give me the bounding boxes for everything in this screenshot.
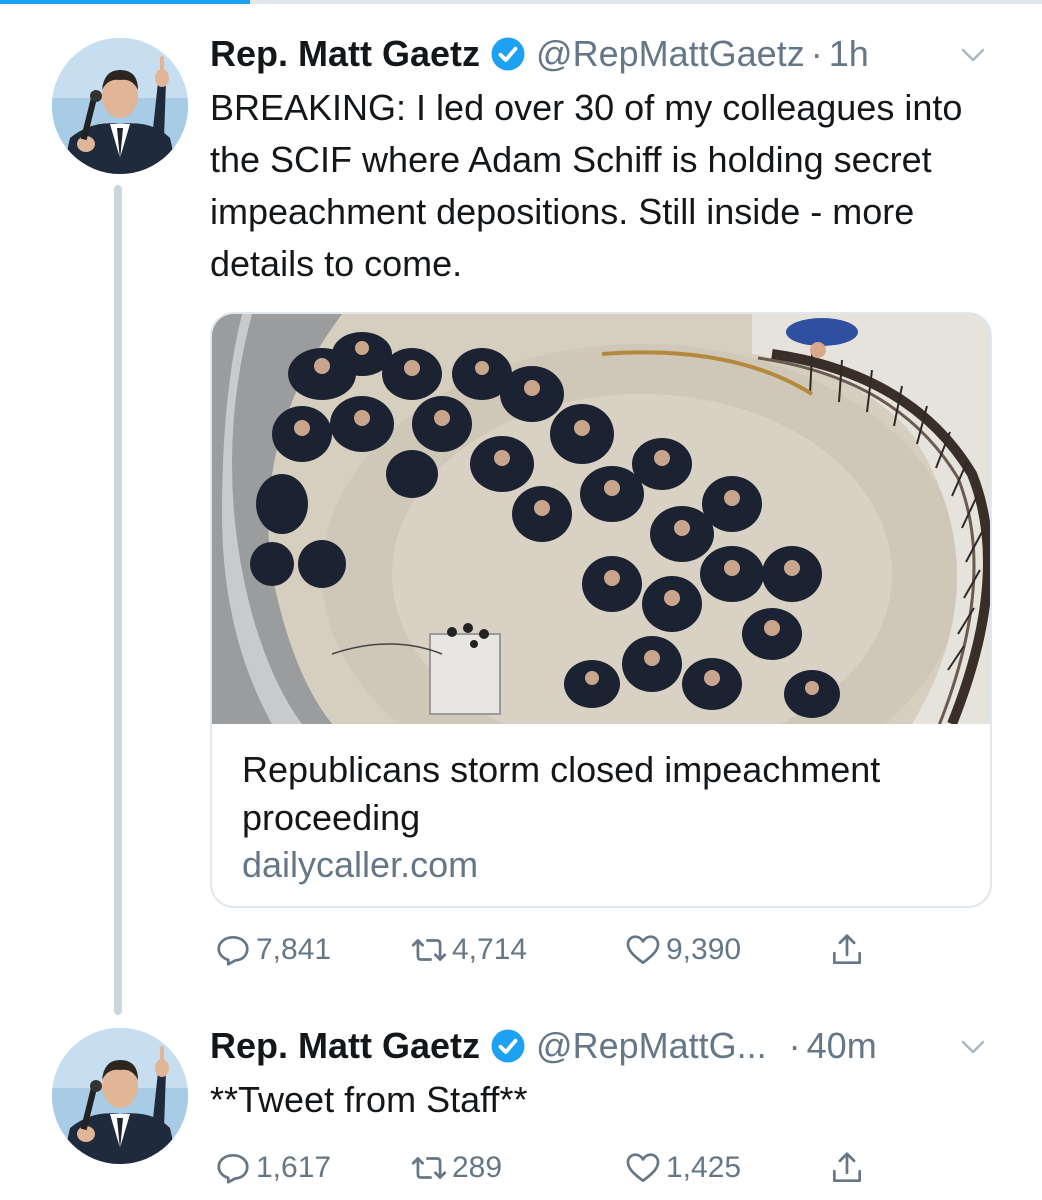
reply-button[interactable]: 7,841 — [214, 930, 331, 970]
top-accent-bar — [0, 0, 250, 4]
reply-icon — [214, 1149, 256, 1187]
card-image — [212, 314, 990, 724]
reply-icon — [214, 931, 256, 969]
card-title[interactable]: Republicans storm closed impeachment pro… — [242, 746, 962, 842]
separator-dot: · — [810, 33, 823, 74]
verified-badge-icon — [490, 1028, 526, 1064]
tweet-actions: 7,841 4,714 9,390 — [210, 930, 910, 970]
chevron-down-icon[interactable] — [958, 40, 988, 70]
tweet-text: **Tweet from Staff** — [210, 1079, 528, 1120]
retweet-button[interactable]: 289 — [410, 1148, 502, 1188]
share-icon — [828, 931, 870, 969]
share-icon — [828, 1149, 870, 1187]
chevron-down-icon[interactable] — [958, 1032, 988, 1062]
tweet-actions: 1,617 289 1,425 — [210, 1148, 910, 1188]
avatar[interactable] — [52, 1028, 188, 1164]
timestamp[interactable]: 1h — [829, 33, 869, 75]
avatar-image — [52, 38, 188, 174]
top-progress-rule — [0, 0, 1042, 4]
tweet-header: Rep. Matt Gaetz @RepMattG... · 40m — [210, 1024, 877, 1068]
user-handle[interactable]: @RepMattGaetz — [536, 33, 805, 75]
like-button[interactable]: 1,425 — [624, 1148, 741, 1188]
like-count: 1,425 — [666, 1151, 742, 1184]
retweet-button[interactable]: 4,714 — [410, 930, 527, 970]
card-domain: dailycaller.com — [242, 844, 479, 885]
avatar-image — [52, 1028, 188, 1164]
retweet-count: 4,714 — [452, 933, 528, 966]
like-count: 9,390 — [666, 933, 742, 966]
avatar[interactable] — [52, 38, 188, 174]
like-button[interactable]: 9,390 — [624, 930, 741, 970]
reply-count: 1,617 — [256, 1151, 332, 1184]
timestamp[interactable]: 40m — [807, 1025, 877, 1067]
display-name[interactable]: Rep. Matt Gaetz — [210, 33, 480, 75]
reply-count: 7,841 — [256, 933, 332, 966]
heart-icon — [624, 1149, 666, 1187]
tweet-text: BREAKING: I led over 30 of my colleagues… — [210, 87, 963, 284]
user-handle[interactable]: @RepMattG... — [536, 1025, 767, 1067]
separator-dot: · — [788, 1025, 801, 1066]
share-button[interactable] — [828, 1148, 870, 1188]
retweet-icon — [410, 931, 452, 969]
verified-badge-icon — [490, 36, 526, 72]
retweet-count: 289 — [452, 1151, 503, 1184]
share-button[interactable] — [828, 930, 870, 970]
heart-icon — [624, 931, 666, 969]
link-card[interactable]: Republicans storm closed impeachment pro… — [210, 312, 992, 908]
reply-button[interactable]: 1,617 — [214, 1148, 331, 1188]
thread-connector-line — [114, 185, 122, 1015]
tweet-header: Rep. Matt Gaetz @RepMattGaetz · 1h — [210, 32, 869, 76]
retweet-icon — [410, 1149, 452, 1187]
display-name[interactable]: Rep. Matt Gaetz — [210, 1025, 480, 1067]
